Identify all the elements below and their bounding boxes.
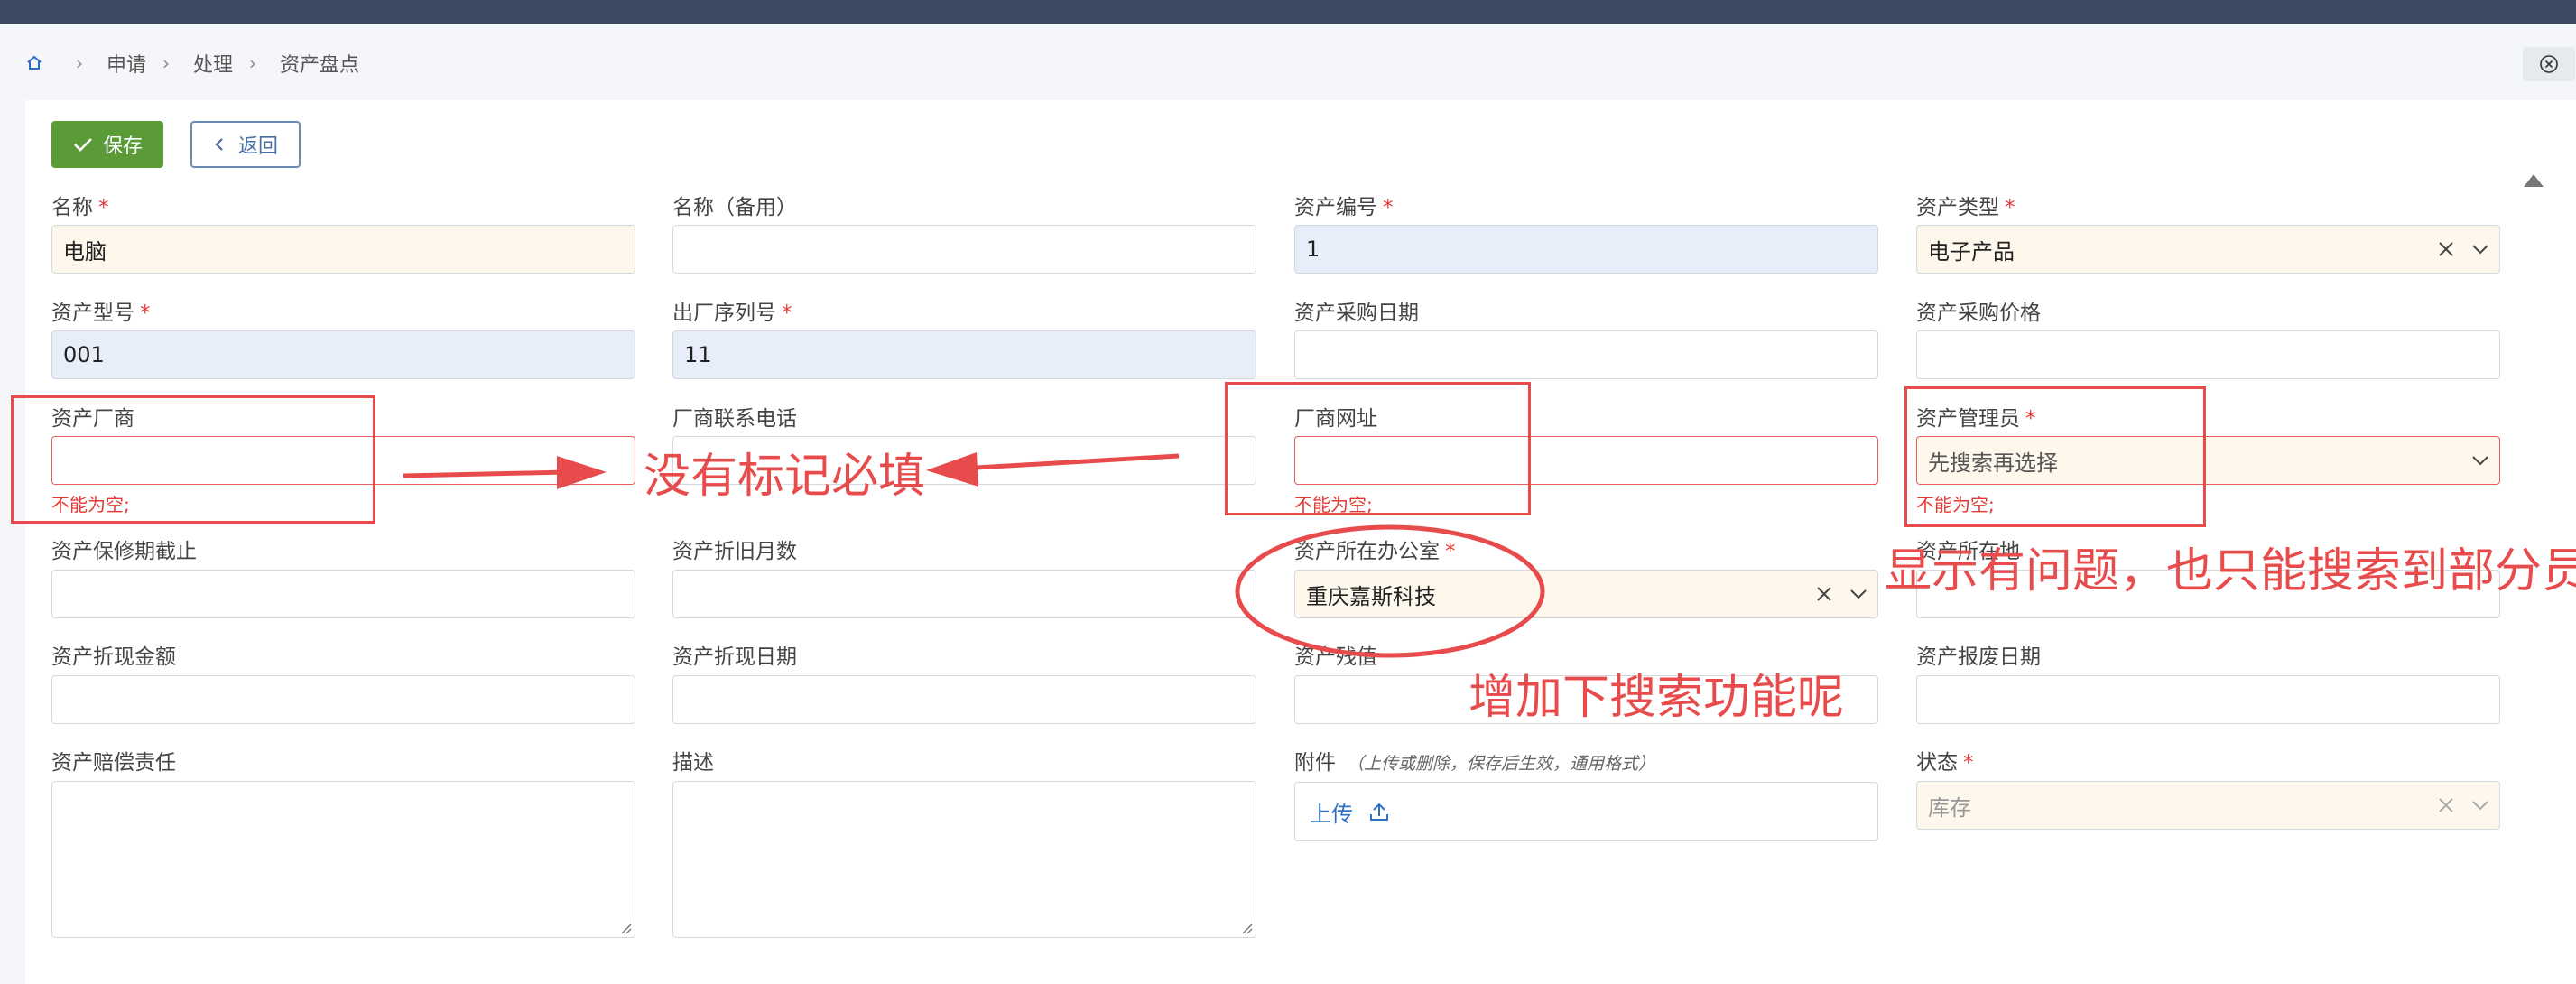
- name-alt-label: 名称（备用）: [672, 196, 797, 219]
- purchase-date-label: 资产采购日期: [1294, 302, 1419, 325]
- asset-type-select[interactable]: 电子产品: [1916, 225, 2500, 274]
- purchase-price-field[interactable]: [1916, 330, 2500, 379]
- office-label: 资产所在办公室 *: [1294, 540, 1456, 563]
- scroll-up-icon[interactable]: [2524, 174, 2544, 187]
- name-field[interactable]: 电脑: [51, 225, 635, 274]
- annotation-box-vendor: [11, 395, 375, 524]
- warranty-label: 资产保修期截止: [51, 540, 197, 563]
- chevron-right-icon: ›: [76, 52, 83, 74]
- asset-no-label: 资产编号 *: [1294, 196, 1394, 219]
- back-label: 返回: [237, 135, 278, 158]
- breadcrumb-item-process[interactable]: 处理: [193, 49, 233, 78]
- model-field[interactable]: 001: [51, 330, 635, 379]
- breadcrumb-item-current: 资产盘点: [280, 54, 360, 77]
- chevron-left-icon: [215, 138, 223, 151]
- scrap-date-label: 资产报废日期: [1916, 645, 2041, 669]
- vendor-phone-label: 厂商联系电话: [672, 407, 797, 431]
- chevron-down-icon[interactable]: [2470, 450, 2490, 470]
- description-label: 描述: [672, 751, 714, 775]
- clear-icon[interactable]: [2436, 795, 2456, 815]
- check-icon: [74, 138, 92, 152]
- serial-label: 出厂序列号 *: [672, 302, 792, 325]
- top-bar: [0, 0, 2576, 24]
- breadcrumb-item-apply[interactable]: 申请: [107, 49, 146, 78]
- description-textarea[interactable]: [672, 781, 1256, 938]
- save-button[interactable]: 保存: [51, 121, 163, 168]
- office-select[interactable]: 重庆嘉斯科技: [1294, 570, 1878, 618]
- annotation-office-note: 增加下搜索功能呢: [1469, 671, 1845, 725]
- attachment-hint: （上传或删除，保存后生效，通用格式）: [1347, 754, 1656, 774]
- chevron-down-icon[interactable]: [1849, 584, 1868, 604]
- status-select[interactable]: 库存: [1916, 781, 2500, 830]
- annotation-manager-note: 显示有问题，也只能搜索到部分员工: [1885, 544, 2576, 599]
- home-icon[interactable]: [25, 54, 43, 72]
- depr-months-label: 资产折旧月数: [672, 540, 797, 563]
- close-circle-icon: [2540, 55, 2558, 73]
- back-button[interactable]: 返回: [190, 121, 301, 168]
- attachment-label: 附件 （上传或删除，保存后生效，通用格式）: [1294, 751, 1656, 775]
- residual-label: 资产残值: [1294, 645, 1377, 669]
- chevron-right-icon: ›: [162, 52, 171, 74]
- upload-area[interactable]: 上传: [1294, 782, 1878, 841]
- liability-label: 资产赔偿责任: [51, 751, 176, 775]
- cash-amount-field[interactable]: [51, 675, 635, 724]
- clear-icon[interactable]: [1814, 584, 1834, 604]
- purchase-price-label: 资产采购价格: [1916, 302, 2041, 325]
- save-label: 保存: [102, 135, 143, 158]
- resize-grip-icon[interactable]: [619, 922, 632, 934]
- annotation-required-note: 没有标记必填: [644, 450, 926, 504]
- chevron-down-icon[interactable]: [2470, 239, 2490, 259]
- asset-type-label: 资产类型 *: [1916, 196, 2015, 219]
- cash-date-field[interactable]: [672, 675, 1256, 724]
- clear-icon[interactable]: [2436, 239, 2456, 259]
- serial-field[interactable]: 11: [672, 330, 1256, 379]
- annotation-box-vendor-site: [1225, 382, 1531, 515]
- chevron-right-icon: ›: [249, 52, 257, 74]
- resize-grip-icon[interactable]: [1240, 922, 1253, 934]
- status-label: 状态 *: [1916, 751, 1974, 775]
- name-alt-field[interactable]: [672, 225, 1256, 274]
- close-tab-button[interactable]: [2523, 47, 2575, 81]
- liability-textarea[interactable]: [51, 781, 635, 938]
- warranty-field[interactable]: [51, 570, 635, 618]
- purchase-date-field[interactable]: [1294, 330, 1878, 379]
- annotation-box-manager: [1904, 386, 2206, 527]
- upload-label[interactable]: 上传: [1310, 796, 1353, 828]
- name-label: 名称 *: [51, 196, 109, 219]
- cash-amount-label: 资产折现金额: [51, 645, 176, 669]
- chevron-down-icon[interactable]: [2470, 795, 2490, 815]
- cash-date-label: 资产折现日期: [672, 645, 797, 669]
- upload-icon[interactable]: [1367, 800, 1391, 823]
- asset-no-field[interactable]: 1: [1294, 225, 1878, 274]
- model-label: 资产型号 *: [51, 302, 151, 325]
- scrap-date-field[interactable]: [1916, 675, 2500, 724]
- depr-months-field[interactable]: [672, 570, 1256, 618]
- breadcrumb: › 申请 › 处理 › 资产盘点: [25, 49, 359, 78]
